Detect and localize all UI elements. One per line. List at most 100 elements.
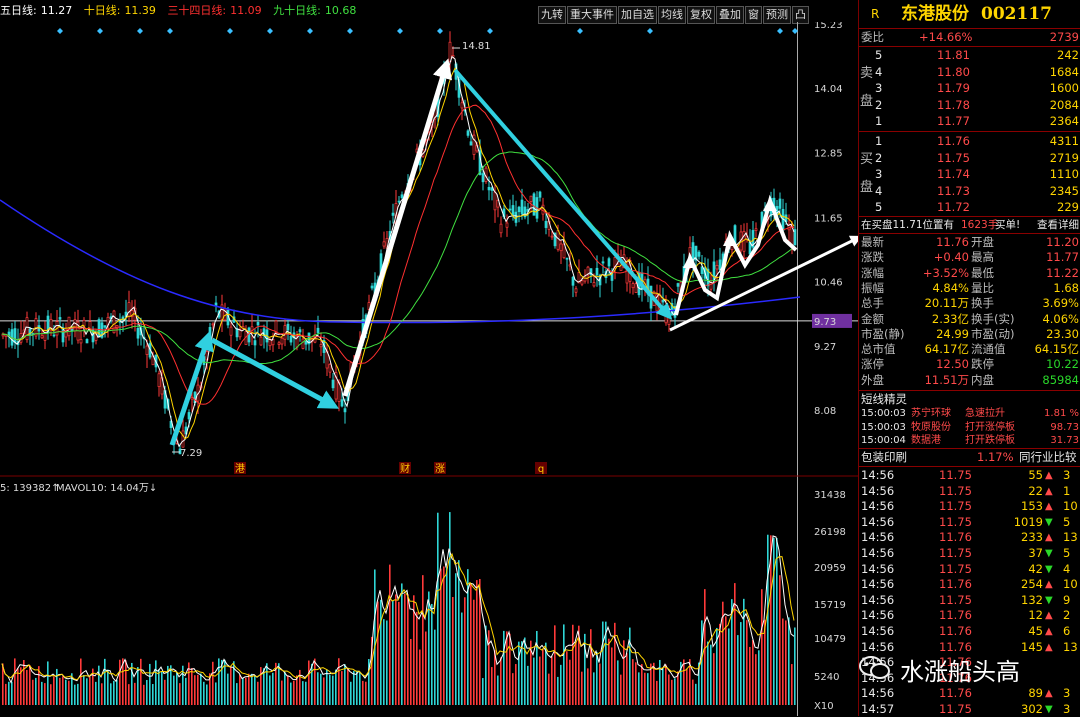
candle-body <box>277 342 281 345</box>
tick-time: 14:57 <box>861 702 895 716</box>
arrow-up-icon: ▲ <box>1045 532 1053 544</box>
stat-value: 11.77 <box>1046 250 1079 265</box>
volume-bar <box>641 664 643 705</box>
candle-body <box>40 335 44 339</box>
volume-bar <box>782 618 784 705</box>
arrow-down-cyan <box>210 337 340 409</box>
stat-value: 64.15亿 <box>1034 342 1079 357</box>
candle-body <box>754 228 758 231</box>
candle-body <box>448 41 452 63</box>
stat-key: 内盘 <box>971 372 994 387</box>
tick-price: 11.75 <box>939 499 972 514</box>
volume-bar <box>257 681 259 705</box>
arrow-up-icon: ▲ <box>1045 485 1053 497</box>
price-axis-label: 15.23 <box>814 22 843 31</box>
candle-body <box>79 339 83 344</box>
volume-bar <box>464 597 466 705</box>
industry-compare-link[interactable]: 同行业比较 <box>1019 450 1077 465</box>
candle-body <box>145 345 149 355</box>
stat-value: +3.52% <box>922 265 969 280</box>
candle-body <box>280 337 284 345</box>
volume-axis-label: 5240 <box>814 672 839 683</box>
volume-bar <box>5 683 7 705</box>
volume-bar <box>107 669 109 705</box>
volume-axis-label: 15719 <box>814 600 846 611</box>
volume-bar <box>86 678 88 705</box>
candle-body <box>370 285 374 289</box>
volume-bar <box>338 658 340 705</box>
candle-body <box>709 282 713 290</box>
tick-time: 14:56 <box>861 624 895 638</box>
arrow-down-icon: ▼ <box>1045 704 1053 715</box>
industry-row[interactable]: 包装印刷 1.17% 同行业比较 <box>859 450 1080 465</box>
arrow-down-icon: ▼ <box>1045 516 1053 528</box>
volume-bar <box>278 663 280 705</box>
event-marker-label: q <box>538 464 544 475</box>
volume-bar <box>392 600 394 705</box>
ma90-label: 九十日线: 10.68 <box>273 4 357 17</box>
tick-row: 14:56 11.76 89 ▲ 3 <box>859 686 1080 701</box>
kline-chart[interactable]: 15.23 14.04 12.85 11.65 10.46 9.73 9.27 8.08 314… <box>0 22 858 716</box>
volume-bar <box>551 656 553 705</box>
sprite-title[interactable]: 短线精灵 <box>859 392 1080 407</box>
volume-bar <box>308 660 310 705</box>
volume-bar <box>458 560 460 705</box>
volume-axis-label: 20959 <box>814 563 846 574</box>
view-detail-link[interactable]: 查看详细 <box>1037 218 1079 233</box>
volume-bar <box>236 683 238 705</box>
volume-bar <box>656 680 658 705</box>
volume-bar <box>638 672 640 705</box>
volume-bar <box>581 671 583 705</box>
ma-indicator-strip: 五日线: 11.27 十日线: 11.39 三十四日线: 11.09 九十日线: 10.… <box>0 0 538 22</box>
volume-bar <box>26 670 28 705</box>
volume-bar <box>149 663 151 705</box>
tick-count: 3 <box>1063 686 1071 701</box>
candle-body <box>64 331 68 338</box>
big-order-notice[interactable]: 在买盘11.71位置有 1623手 买单! 查看详细 <box>859 218 1080 233</box>
volume-bar <box>443 566 445 705</box>
buy-level: 1 <box>875 134 883 148</box>
candle-body <box>187 412 191 420</box>
volume-bar <box>626 653 628 705</box>
sell-level: 1 <box>875 114 883 128</box>
volume-bar <box>542 648 544 705</box>
volume-bar <box>428 591 430 705</box>
sprite-item[interactable]: 15:00:04 数据港 打开跌停板 31.73 <box>859 433 1080 448</box>
volume-bar <box>419 649 421 705</box>
event-marker-label: 港 <box>235 463 245 475</box>
buy-label: 买 <box>860 152 874 167</box>
volume-bar <box>707 641 709 705</box>
stat-key: 涨跌 <box>861 250 884 265</box>
volume-bar <box>521 641 523 705</box>
volume-bar <box>575 641 577 705</box>
volume-bar <box>533 657 535 705</box>
tick-time: 14:56 <box>861 530 895 545</box>
volume-bar <box>92 668 94 705</box>
tick-price: 11.75 <box>939 546 972 560</box>
candle-body <box>67 316 71 337</box>
price-axis-label: 11.65 <box>814 213 843 224</box>
top-diamond-marker <box>487 28 493 34</box>
webi-row: 委比 +14.66% 2739 <box>861 30 1079 44</box>
volume-bar <box>137 667 139 705</box>
tick-price: 11.75 <box>939 561 972 576</box>
candle-body <box>256 322 260 326</box>
volume-bar <box>683 659 685 705</box>
tick-price: 11.76 <box>939 530 972 545</box>
volume-bar <box>740 622 742 705</box>
sprite-stock[interactable]: 数据港 <box>911 433 941 448</box>
candle-body <box>595 267 599 276</box>
candle-body <box>538 191 542 198</box>
sell-price: 11.77 <box>937 114 970 128</box>
candle-body <box>328 364 332 373</box>
stat-row: 总市值 64.17亿 流通值 64.15亿 <box>859 342 1080 357</box>
tick-count: 3 <box>1063 702 1071 716</box>
top-diamond-marker <box>577 28 583 34</box>
volume-bar <box>281 680 283 705</box>
candle-body <box>391 212 395 216</box>
price-axis-label: 14.04 <box>814 84 843 95</box>
buy-label: 盘 <box>860 180 874 195</box>
candle-body <box>601 261 605 264</box>
volume-bar <box>56 668 58 705</box>
volume-bar <box>323 677 325 705</box>
